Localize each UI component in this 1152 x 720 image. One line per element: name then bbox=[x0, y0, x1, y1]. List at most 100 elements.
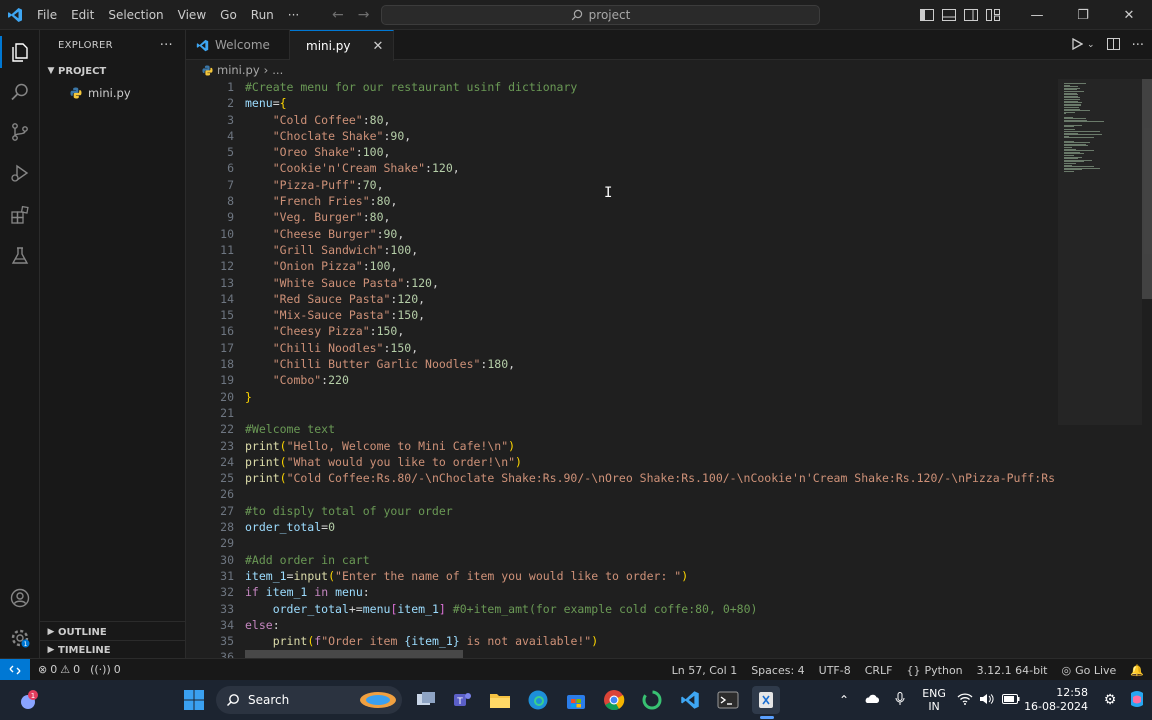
end-of-line[interactable]: CRLF bbox=[865, 664, 893, 677]
explorer-icon[interactable] bbox=[0, 32, 40, 72]
chrome-browser-icon[interactable] bbox=[602, 688, 626, 712]
settings-gear-icon[interactable]: ⚙ bbox=[1098, 692, 1122, 708]
menu-view[interactable]: View bbox=[171, 0, 213, 30]
python-interpreter[interactable]: 3.12.1 64-bit bbox=[977, 664, 1048, 677]
microsoft-store-icon[interactable] bbox=[564, 688, 588, 712]
code-line[interactable]: #Create menu for our restaurant usinf di… bbox=[245, 79, 1057, 95]
code-line[interactable]: } bbox=[245, 389, 1057, 405]
snipping-tool-icon[interactable] bbox=[752, 686, 780, 714]
forward-arrow-icon[interactable]: → bbox=[358, 7, 370, 23]
vertical-scrollbar[interactable] bbox=[1140, 79, 1152, 658]
code-line[interactable]: item_1=input("Enter the name of item you… bbox=[245, 568, 1057, 584]
code-editor[interactable]: 1 2 3 4 5 6 7 8 9 10 11 12 13 14 15 16 17 18 19 20 21 22 23 24 2… bbox=[186, 79, 1152, 658]
timeline-section[interactable]: ▶ TIMELINE bbox=[40, 640, 186, 659]
minimize-icon[interactable]: — bbox=[1014, 0, 1060, 30]
customize-layout-icon[interactable] bbox=[982, 0, 1004, 30]
breadcrumb-file[interactable]: mini.py bbox=[217, 63, 260, 77]
volume-icon[interactable] bbox=[976, 693, 998, 708]
run-python-icon[interactable] bbox=[1071, 37, 1084, 53]
restore-icon[interactable]: ❐ bbox=[1060, 0, 1106, 30]
command-center-search[interactable]: project bbox=[381, 5, 820, 25]
code-line[interactable] bbox=[245, 486, 1057, 502]
toggle-secondary-sidebar-icon[interactable] bbox=[960, 0, 982, 30]
code-line[interactable]: "Choclate Shake":90, bbox=[245, 128, 1057, 144]
terminal-icon[interactable] bbox=[716, 688, 740, 712]
language-indicator[interactable]: ENG IN bbox=[914, 687, 954, 713]
clock[interactable]: 12:58 16-08-2024 bbox=[1024, 686, 1098, 714]
menu-edit[interactable]: Edit bbox=[64, 0, 101, 30]
vscode-taskbar-icon[interactable] bbox=[678, 688, 702, 712]
code-line[interactable]: "Cold Coffee":80, bbox=[245, 112, 1057, 128]
search-view-icon[interactable] bbox=[0, 72, 40, 112]
explorer-more-actions[interactable]: ··· bbox=[160, 38, 173, 53]
file-explorer-icon[interactable] bbox=[488, 688, 512, 712]
code-line[interactable]: order_total+=menu[item_1] #0+item_amt(fo… bbox=[245, 601, 1057, 617]
code-line[interactable] bbox=[245, 535, 1057, 551]
task-view-icon[interactable] bbox=[414, 688, 438, 712]
code-line[interactable]: "Red Sauce Pasta":120, bbox=[245, 291, 1057, 307]
code-line[interactable]: #to disply total of your order bbox=[245, 503, 1057, 519]
manage-gear-icon[interactable]: 1 bbox=[0, 618, 40, 658]
project-folder-header[interactable]: ▼ PROJECT bbox=[40, 60, 185, 82]
vertical-scrollbar-thumb[interactable] bbox=[1142, 79, 1152, 299]
code-line[interactable] bbox=[245, 405, 1057, 421]
source-control-icon[interactable] bbox=[0, 112, 40, 152]
tab-mini-py[interactable]: mini.py ✕ bbox=[290, 30, 394, 61]
run-debug-icon[interactable] bbox=[0, 153, 40, 193]
split-editor-icon[interactable] bbox=[1106, 37, 1120, 53]
close-window-icon[interactable]: ✕ bbox=[1106, 0, 1152, 30]
testing-flask-icon[interactable] bbox=[0, 236, 40, 276]
code-line[interactable]: "Chilli Butter Garlic Noodles":180, bbox=[245, 356, 1057, 372]
battery-icon[interactable] bbox=[998, 693, 1024, 707]
wifi-icon[interactable] bbox=[954, 692, 976, 708]
taskbar-search[interactable]: Search bbox=[216, 686, 402, 714]
toggle-panel-icon[interactable] bbox=[938, 0, 960, 30]
ports-indicator[interactable]: ((·)) 0 bbox=[90, 663, 121, 676]
cursor-position[interactable]: Ln 57, Col 1 bbox=[672, 664, 738, 677]
breadcrumb-symbols[interactable]: ... bbox=[272, 63, 283, 77]
file-encoding[interactable]: UTF-8 bbox=[819, 664, 851, 677]
show-hidden-icons-chevron-icon[interactable]: ⌃ bbox=[830, 693, 858, 707]
code-line[interactable]: if item_1 in menu: bbox=[245, 584, 1057, 600]
indentation[interactable]: Spaces: 4 bbox=[751, 664, 804, 677]
code-line[interactable]: "Grill Sandwich":100, bbox=[245, 242, 1057, 258]
onedrive-cloud-icon[interactable] bbox=[858, 694, 886, 707]
menu-run[interactable]: Run bbox=[244, 0, 281, 30]
horizontal-scrollbar-thumb[interactable] bbox=[245, 650, 463, 658]
tab-welcome[interactable]: Welcome bbox=[186, 30, 290, 60]
edge-browser-icon[interactable] bbox=[526, 688, 550, 712]
code-line[interactable]: "Cheese Burger":90, bbox=[245, 226, 1057, 242]
notifications-bell-icon[interactable]: 🔔 bbox=[1130, 664, 1144, 677]
loading-app-icon[interactable] bbox=[640, 688, 664, 712]
file-item-mini-py[interactable]: mini.py bbox=[40, 82, 185, 104]
code-line[interactable]: order_total=0 bbox=[245, 519, 1057, 535]
code-line[interactable]: #Add order in cart bbox=[245, 552, 1057, 568]
extensions-icon[interactable] bbox=[0, 195, 40, 235]
go-live-button[interactable]: ◎ Go Live bbox=[1061, 664, 1116, 677]
menu-selection[interactable]: Selection bbox=[101, 0, 170, 30]
code-line[interactable]: "Cookie'n'Cream Shake":120, bbox=[245, 160, 1057, 176]
toggle-sidebar-icon[interactable] bbox=[916, 0, 938, 30]
close-tab-icon[interactable]: ✕ bbox=[373, 39, 384, 54]
back-arrow-icon[interactable]: ← bbox=[332, 7, 344, 23]
code-line[interactable]: "Mix-Sauce Pasta":150, bbox=[245, 307, 1057, 323]
microphone-icon[interactable] bbox=[886, 691, 914, 709]
code-line[interactable]: "Cheesy Pizza":150, bbox=[245, 323, 1057, 339]
code-line[interactable]: #Welcome text bbox=[245, 421, 1057, 437]
menu-more[interactable]: ··· bbox=[281, 0, 306, 30]
code-line[interactable]: "White Sauce Pasta":120, bbox=[245, 275, 1057, 291]
code-line[interactable]: "Onion Pizza":100, bbox=[245, 258, 1057, 274]
teams-icon[interactable]: T bbox=[450, 688, 474, 712]
code-lines[interactable]: #Create menu for our restaurant usinf di… bbox=[245, 79, 1057, 658]
problems-indicator[interactable]: ⊗ 0 ⚠ 0 bbox=[38, 663, 80, 676]
code-line[interactable]: else: bbox=[245, 617, 1057, 633]
language-mode[interactable]: {} Python bbox=[907, 664, 963, 677]
code-line[interactable]: menu={ bbox=[245, 95, 1057, 111]
windows-start-icon[interactable] bbox=[182, 688, 206, 712]
outline-section[interactable]: ▶ OUTLINE bbox=[40, 621, 186, 642]
code-line[interactable]: "Combo":220 bbox=[245, 372, 1057, 388]
menu-go[interactable]: Go bbox=[213, 0, 244, 30]
copilot-icon[interactable] bbox=[1122, 689, 1152, 712]
minimap[interactable] bbox=[1058, 79, 1142, 658]
code-line[interactable]: print("Cold Coffee:Rs.80/-\nChoclate Sha… bbox=[245, 470, 1057, 486]
